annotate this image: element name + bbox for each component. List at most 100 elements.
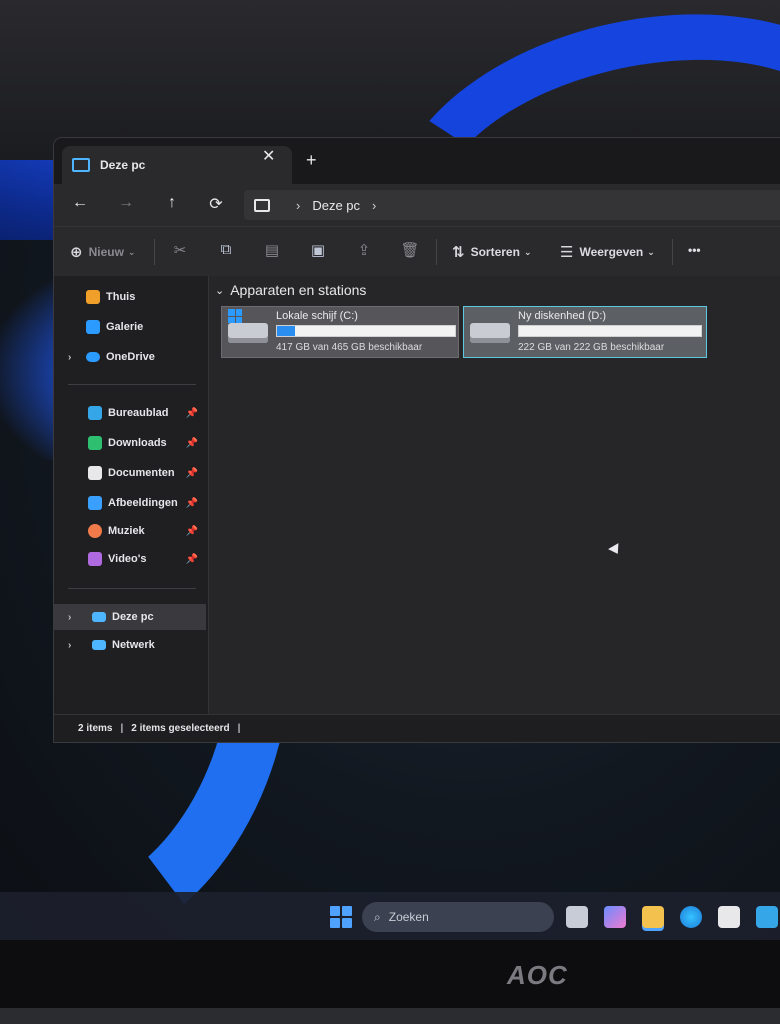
- drive-name: Lokale schijf (C:): [276, 310, 358, 322]
- file-explorer-icon[interactable]: [642, 906, 664, 928]
- edge-icon[interactable]: [680, 906, 702, 928]
- onedrive-icon: [86, 352, 100, 362]
- close-tab-button[interactable]: ✕: [262, 146, 275, 166]
- sidebar-item-afbeeldingen[interactable]: Afbeeldingen 📌: [54, 490, 206, 516]
- up-button[interactable]: ↑: [162, 194, 182, 212]
- search-icon: ⌕: [374, 909, 381, 924]
- view-icon: ☰: [560, 244, 574, 261]
- view-button[interactable]: ☰ Weergeven ⌄: [560, 243, 655, 261]
- new-label: Nieuw: [88, 245, 124, 259]
- separator: |: [120, 723, 124, 734]
- pin-icon[interactable]: 📌: [186, 408, 198, 419]
- sidebar-item-bureaublad[interactable]: Bureaublad 📌: [54, 400, 206, 426]
- this-pc-icon: [72, 158, 90, 172]
- desktop-icon: [88, 406, 102, 420]
- sidebar-item-label: Video's: [108, 553, 147, 565]
- drive-name: Ny diskenhed (D:): [518, 310, 607, 322]
- chevron-right-icon[interactable]: ›: [372, 198, 376, 213]
- drive-usage-fill: [277, 326, 295, 336]
- pin-icon[interactable]: 📌: [186, 468, 198, 479]
- new-tab-button[interactable]: +: [306, 150, 317, 171]
- documents-icon: [88, 466, 102, 480]
- share-icon[interactable]: ⇪: [354, 241, 374, 261]
- plus-circle-icon: ⊕: [70, 244, 83, 261]
- chevron-right-icon[interactable]: ›: [68, 352, 71, 363]
- more-icon: •••: [688, 243, 701, 257]
- sidebar-item-onedrive[interactable]: › OneDrive: [54, 344, 206, 370]
- sidebar-item-label: Bureaublad: [108, 407, 169, 419]
- chevron-right-icon: ›: [296, 197, 301, 213]
- store-icon[interactable]: [718, 906, 740, 928]
- forward-button[interactable]: →: [116, 194, 136, 212]
- refresh-button[interactable]: ⟳: [206, 194, 226, 214]
- sort-icon: ⇅: [452, 244, 465, 261]
- search-placeholder: Zoeken: [388, 910, 429, 924]
- view-label: Weergeven: [579, 245, 644, 259]
- desk-surface: [0, 1008, 780, 1024]
- chevron-right-icon[interactable]: ›: [68, 640, 71, 651]
- gallery-icon: [86, 320, 100, 334]
- cut-icon[interactable]: ✂: [170, 241, 190, 261]
- pin-icon[interactable]: 📌: [186, 554, 198, 565]
- more-options-button[interactable]: •••: [688, 243, 701, 257]
- sidebar-item-downloads[interactable]: Downloads 📌: [54, 430, 206, 456]
- navigation-bar: ← → ↑ ⟳ › Deze pc ›: [54, 184, 780, 227]
- drive-usage-bar: [518, 325, 702, 337]
- divider: [154, 239, 155, 265]
- tab-deze-pc[interactable]: Deze pc: [62, 146, 292, 184]
- pictures-icon: [88, 496, 102, 510]
- pin-icon[interactable]: 📌: [186, 498, 198, 509]
- sort-button[interactable]: ⇅ Sorteren ⌄: [452, 243, 531, 261]
- drive-d[interactable]: Ny diskenhed (D:) 222 GB van 222 GB besc…: [463, 306, 707, 358]
- mouse-pointer: [608, 543, 623, 557]
- sidebar-item-documenten[interactable]: Documenten 📌: [54, 460, 206, 486]
- sidebar-item-label: Afbeeldingen: [108, 497, 178, 509]
- rename-icon[interactable]: ▣: [308, 241, 328, 261]
- sidebar-item-thuis[interactable]: Thuis: [54, 284, 206, 310]
- navigation-pane: Thuis Galerie › OneDrive Bureaublad 📌 Do…: [54, 276, 209, 714]
- copilot-icon[interactable]: [604, 906, 626, 928]
- delete-icon[interactable]: 🗑: [400, 241, 420, 261]
- divider: [672, 239, 673, 265]
- back-button[interactable]: ←: [70, 194, 90, 212]
- drive-info: 222 GB van 222 GB beschikbaar: [518, 342, 665, 353]
- pin-icon[interactable]: 📌: [186, 526, 198, 537]
- new-button[interactable]: ⊕ Nieuw ⌄: [70, 243, 135, 261]
- divider: [68, 588, 196, 589]
- taskbar-search[interactable]: ⌕ Zoeken: [362, 902, 554, 932]
- explorer-body: Thuis Galerie › OneDrive Bureaublad 📌 Do…: [54, 276, 780, 714]
- chevron-right-icon[interactable]: ›: [68, 612, 71, 623]
- mail-icon[interactable]: [756, 906, 778, 928]
- hard-drive-icon: [470, 323, 510, 343]
- tab-bar: Deze pc ✕ +: [54, 138, 780, 184]
- sidebar-item-label: Downloads: [108, 437, 167, 449]
- chevron-down-icon: ⌄: [523, 246, 532, 257]
- windows-logo-icon: [228, 309, 242, 323]
- breadcrumb-deze-pc[interactable]: Deze pc: [312, 198, 360, 213]
- sidebar-item-label: Deze pc: [112, 611, 154, 623]
- chevron-down-icon: ⌄: [647, 246, 655, 257]
- address-bar[interactable]: › Deze pc ›: [244, 190, 780, 220]
- pin-icon[interactable]: 📌: [186, 438, 198, 449]
- file-list: ⌄ Apparaten en stations Lokale schijf (C…: [209, 276, 780, 714]
- task-view-icon[interactable]: [566, 906, 588, 928]
- group-header[interactable]: ⌄ Apparaten en stations: [215, 282, 366, 298]
- status-bar: 2 items | 2 items geselecteerd |: [54, 714, 780, 742]
- sidebar-item-galerie[interactable]: Galerie: [54, 314, 206, 340]
- drive-info: 417 GB van 465 GB beschikbaar: [276, 342, 423, 353]
- selection-count: 2 items geselecteerd: [131, 723, 230, 734]
- start-icon[interactable]: [330, 906, 352, 928]
- sidebar-item-deze-pc[interactable]: › Deze pc: [54, 604, 206, 630]
- divider: [68, 384, 196, 385]
- drive-c[interactable]: Lokale schijf (C:) 417 GB van 465 GB bes…: [221, 306, 459, 358]
- hard-drive-icon: [228, 323, 268, 343]
- sidebar-item-netwerk[interactable]: › Netwerk: [54, 632, 206, 658]
- sidebar-item-label: Thuis: [106, 291, 136, 303]
- desktop: Deze pc ✕ + ← → ↑ ⟳ › Deze pc › ⊕ Nieuw …: [0, 0, 780, 940]
- music-icon: [88, 524, 102, 538]
- command-bar: ⊕ Nieuw ⌄ ✂ ⧉ ▤ ▣ ⇪ 🗑 ⇅ Sorteren ⌄ ☰ Wee…: [54, 227, 780, 278]
- sidebar-item-videos[interactable]: Video's 📌: [54, 546, 206, 572]
- paste-icon[interactable]: ▤: [262, 241, 282, 261]
- sidebar-item-muziek[interactable]: Muziek 📌: [54, 518, 206, 544]
- copy-icon[interactable]: ⧉: [216, 241, 236, 261]
